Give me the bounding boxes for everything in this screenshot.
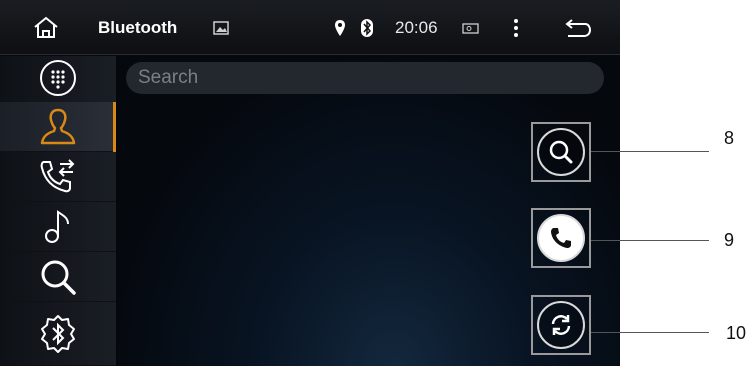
callout-line-8 (591, 151, 709, 152)
sync-icon (551, 315, 571, 335)
search-icon (549, 140, 573, 164)
sidebar-item-music[interactable] (0, 202, 116, 252)
menu-icon[interactable] (508, 0, 524, 55)
home-icon[interactable] (28, 0, 64, 55)
callout-line-10 (591, 332, 709, 333)
sync-button[interactable] (531, 295, 591, 355)
contact-icon (40, 108, 76, 144)
contacts-panel: Search (118, 56, 620, 366)
active-indicator (113, 102, 116, 152)
search-input[interactable]: Search (126, 62, 604, 94)
sidebar (0, 56, 116, 366)
search-icon (41, 260, 76, 295)
sidebar-item-search[interactable] (0, 252, 116, 302)
phone-icon (551, 228, 571, 248)
bluetooth-settings-icon (41, 314, 75, 353)
page-title: Bluetooth (98, 17, 178, 37)
search-button[interactable] (531, 122, 591, 182)
bluetooth-screen: Bluetooth 20:06 Search (0, 0, 620, 366)
back-icon[interactable] (560, 0, 596, 55)
music-icon (45, 209, 69, 243)
call-log-icon (40, 158, 75, 192)
dialpad-icon (40, 59, 76, 96)
call-button[interactable] (531, 208, 591, 268)
sidebar-item-bluetooth-settings[interactable] (0, 302, 116, 366)
clock: 20:06 (395, 17, 438, 37)
callout-label-9: 9 (724, 230, 735, 250)
battery-icon (460, 0, 482, 55)
callout-label-8: 8 (724, 128, 735, 148)
sidebar-item-call-log[interactable] (0, 152, 116, 202)
sidebar-item-dialpad[interactable] (0, 53, 116, 103)
gallery-icon (210, 0, 232, 55)
location-icon (332, 0, 348, 55)
bluetooth-icon (358, 0, 376, 55)
sidebar-item-contacts[interactable] (0, 102, 116, 152)
status-bar: Bluetooth 20:06 (0, 0, 620, 55)
callout-line-9 (591, 240, 709, 241)
callout-label-10: 10 (726, 323, 747, 343)
